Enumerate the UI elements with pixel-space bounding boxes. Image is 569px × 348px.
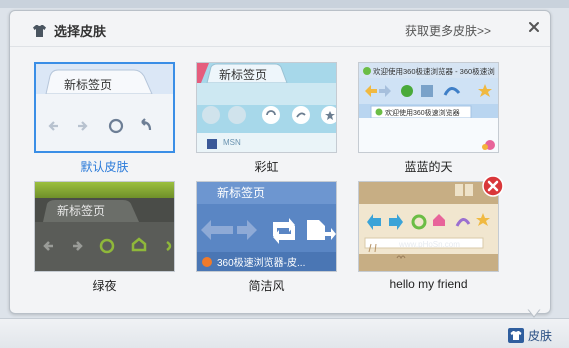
simple-style-skin-preview: 新标签页 360极速浏览器-皮... [197, 182, 336, 271]
green-night-skin-preview: 新标签页 [35, 182, 174, 271]
tshirt-icon [508, 328, 524, 343]
skin-name-blue-sky[interactable]: 蓝蓝的天 [358, 158, 499, 175]
get-more-skins-link[interactable]: 获取更多皮肤>> [405, 22, 491, 39]
preview-link-label: MSN [223, 138, 241, 147]
preview-tab-label: 欢迎使用360极速浏览器 [385, 108, 460, 117]
skin-thumbnail-rainbow[interactable]: 新标签页 MSN [196, 62, 337, 153]
skin-name-simple-style[interactable]: 简洁风 [196, 277, 337, 294]
preview-tab-label: 新标签页 [57, 203, 105, 218]
preview-tab-label: 新标签页 [64, 77, 112, 92]
close-icon[interactable] [527, 20, 541, 34]
skin-selector-panel: 选择皮肤 获取更多皮肤>> 新标签页 默认皮肤 新标签页 MSN 彩虹 欢迎使用… [9, 10, 551, 314]
skin-name-rainbow[interactable]: 彩虹 [196, 158, 337, 175]
rainbow-skin-preview: 新标签页 MSN [197, 63, 336, 152]
blue-sky-skin-preview: 欢迎使用360极速浏览器 - 360极速浏 欢迎使用360极速浏览器 [359, 63, 498, 152]
preview-tab-label: 新标签页 [217, 185, 265, 200]
preview-window-title: 欢迎使用360极速浏览器 - 360极速浏 [373, 66, 495, 76]
skin-thumbnail-green-night[interactable]: 新标签页 [34, 181, 175, 272]
panel-title-group: 选择皮肤 [32, 21, 106, 40]
panel-title: 选择皮肤 [54, 24, 107, 39]
skin-thumbnail-default[interactable]: 新标签页 [34, 62, 175, 153]
default-skin-preview: 新标签页 [36, 64, 173, 151]
statusbar-skin-button[interactable]: 皮肤 [508, 327, 552, 344]
skin-thumbnail-blue-sky[interactable]: 欢迎使用360极速浏览器 - 360极速浏 欢迎使用360极速浏览器 [358, 62, 499, 153]
delete-skin-icon[interactable] [482, 175, 504, 197]
hello-my-friend-skin-preview: www.pHoSn.com [359, 182, 498, 271]
browser-backdrop [0, 0, 569, 8]
browser-statusbar: 皮肤 [0, 318, 569, 348]
skin-thumbnail-simple-style[interactable]: 新标签页 360极速浏览器-皮... [196, 181, 337, 272]
tshirt-icon [33, 24, 46, 37]
preview-tab-label: 新标签页 [219, 67, 267, 82]
preview-page-title: 360极速浏览器-皮... [217, 256, 305, 269]
watermark-text: www.pHoSn.com [398, 240, 460, 249]
panel-pointer [527, 308, 541, 318]
statusbar-skin-label: 皮肤 [528, 329, 553, 343]
skin-name-hello-my-friend[interactable]: hello my friend [358, 277, 499, 291]
skin-thumbnail-hello-my-friend[interactable]: www.pHoSn.com [358, 181, 499, 272]
skin-name-green-night[interactable]: 绿夜 [34, 277, 175, 294]
skin-name-default[interactable]: 默认皮肤 [34, 158, 175, 175]
panel-header: 选择皮肤 获取更多皮肤>> [10, 11, 550, 47]
